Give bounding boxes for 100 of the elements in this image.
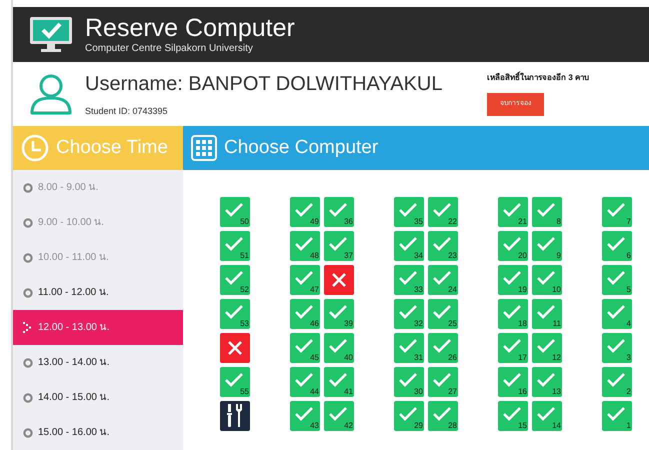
computer-tile[interactable]: 14 — [532, 401, 562, 431]
computer-tile[interactable]: 34 — [394, 231, 424, 261]
computer-tile[interactable] — [324, 265, 354, 295]
computer-tile[interactable]: 46 — [290, 299, 320, 329]
computer-tile[interactable]: 44 — [290, 367, 320, 397]
computer-tile[interactable]: 7 — [602, 197, 632, 227]
check-icon — [225, 237, 243, 251]
check-icon — [607, 203, 625, 217]
computer-tile[interactable]: 36 — [324, 197, 354, 227]
radio-icon — [23, 358, 33, 368]
check-icon — [503, 203, 521, 217]
check-icon — [537, 271, 555, 285]
computer-tile[interactable]: 25 — [428, 299, 458, 329]
computer-tile[interactable]: 55 — [220, 367, 250, 397]
check-icon — [399, 305, 417, 319]
time-panel-title: Choose Time — [56, 136, 168, 160]
computer-tile[interactable]: 51 — [220, 231, 250, 261]
monitor-icon — [30, 16, 72, 52]
computer-tile[interactable]: 48 — [290, 231, 320, 261]
computer-tile[interactable]: 28 — [428, 401, 458, 431]
check-icon — [433, 305, 451, 319]
computer-tile[interactable]: 10 — [532, 265, 562, 295]
computer-tile[interactable]: 9 — [532, 231, 562, 261]
check-icon — [295, 305, 313, 319]
computer-tile[interactable]: 40 — [324, 333, 354, 363]
computer-tile[interactable]: 18 — [498, 299, 528, 329]
computer-tile[interactable]: 49 — [290, 197, 320, 227]
check-icon — [225, 305, 243, 319]
check-icon — [329, 339, 347, 353]
computer-tile[interactable]: 42 — [324, 401, 354, 431]
computer-tile[interactable]: 29 — [394, 401, 424, 431]
computer-tile[interactable]: 33 — [394, 265, 424, 295]
time-slot[interactable]: 14.00 - 15.00 น. — [13, 380, 183, 415]
computer-tile[interactable]: 39 — [324, 299, 354, 329]
computer-tile[interactable]: 2 — [602, 367, 632, 397]
computer-tile[interactable] — [220, 333, 250, 363]
computer-tile[interactable]: 41 — [324, 367, 354, 397]
user-icon — [30, 73, 72, 115]
check-icon — [503, 237, 521, 251]
computer-tile[interactable]: 35 — [394, 197, 424, 227]
computer-tile[interactable]: 37 — [324, 231, 354, 261]
check-icon — [295, 237, 313, 251]
computer-tile[interactable]: 27 — [428, 367, 458, 397]
check-icon — [329, 237, 347, 251]
check-icon — [537, 407, 555, 421]
computer-tile[interactable]: 31 — [394, 333, 424, 363]
computer-tile[interactable]: 11 — [532, 299, 562, 329]
computer-tile[interactable]: 12 — [532, 333, 562, 363]
computer-tile[interactable]: 20 — [498, 231, 528, 261]
time-slot-label: 10.00 - 11.00 น. — [38, 251, 109, 265]
check-icon — [329, 203, 347, 217]
computer-tile[interactable]: 50 — [220, 197, 250, 227]
check-icon — [295, 339, 313, 353]
check-icon — [329, 305, 347, 319]
check-icon — [399, 203, 417, 217]
check-icon — [295, 271, 313, 285]
computer-tile[interactable]: 16 — [498, 367, 528, 397]
tools-icon — [225, 404, 245, 428]
computer-tile[interactable]: 15 — [498, 401, 528, 431]
grid-icon — [191, 135, 217, 161]
computer-tile[interactable]: 4 — [602, 299, 632, 329]
check-icon — [433, 407, 451, 421]
computer-tile[interactable]: 1 — [602, 401, 632, 431]
computer-tile[interactable]: 22 — [428, 197, 458, 227]
computer-tile[interactable]: 23 — [428, 231, 458, 261]
check-icon — [537, 373, 555, 387]
computer-tile[interactable] — [220, 401, 250, 431]
check-icon — [295, 203, 313, 217]
check-icon — [607, 271, 625, 285]
computer-tile[interactable]: 13 — [532, 367, 562, 397]
time-slot-label: 14.00 - 15.00 น. — [38, 391, 110, 405]
check-icon — [607, 407, 625, 421]
time-slot[interactable]: 15.00 - 16.00 น. — [13, 415, 183, 450]
computer-tile[interactable]: 19 — [498, 265, 528, 295]
computer-tile[interactable]: 24 — [428, 265, 458, 295]
quota-label: เหลือสิทธิ์ในการจองอีก 3 คาบ — [487, 72, 589, 84]
app-title: Reserve Computer — [85, 16, 295, 40]
computer-tile[interactable]: 5 — [602, 265, 632, 295]
check-icon — [225, 373, 243, 387]
computer-tile[interactable]: 52 — [220, 265, 250, 295]
time-slot[interactable]: 12.00 - 13.00 น. — [13, 310, 183, 345]
time-slot-label: 13.00 - 14.00 น. — [38, 356, 110, 370]
computer-tile[interactable]: 17 — [498, 333, 528, 363]
computer-tile[interactable]: 3 — [602, 333, 632, 363]
computer-tile[interactable]: 32 — [394, 299, 424, 329]
check-icon — [607, 373, 625, 387]
computer-tile[interactable]: 47 — [290, 265, 320, 295]
time-slot[interactable]: 13.00 - 14.00 น. — [13, 345, 183, 380]
computer-tile[interactable]: 26 — [428, 333, 458, 363]
computer-tile[interactable]: 6 — [602, 231, 632, 261]
computer-tile[interactable]: 43 — [290, 401, 320, 431]
check-icon — [399, 237, 417, 251]
time-slot[interactable]: 11.00 - 12.00 น. — [13, 275, 183, 310]
computer-tile[interactable]: 21 — [498, 197, 528, 227]
student-id-label: Student ID: 0743395 — [85, 105, 169, 118]
computer-tile[interactable]: 45 — [290, 333, 320, 363]
computer-tile[interactable]: 8 — [532, 197, 562, 227]
check-icon — [433, 339, 451, 353]
computer-tile[interactable]: 53 — [220, 299, 250, 329]
computer-tile[interactable]: 30 — [394, 367, 424, 397]
